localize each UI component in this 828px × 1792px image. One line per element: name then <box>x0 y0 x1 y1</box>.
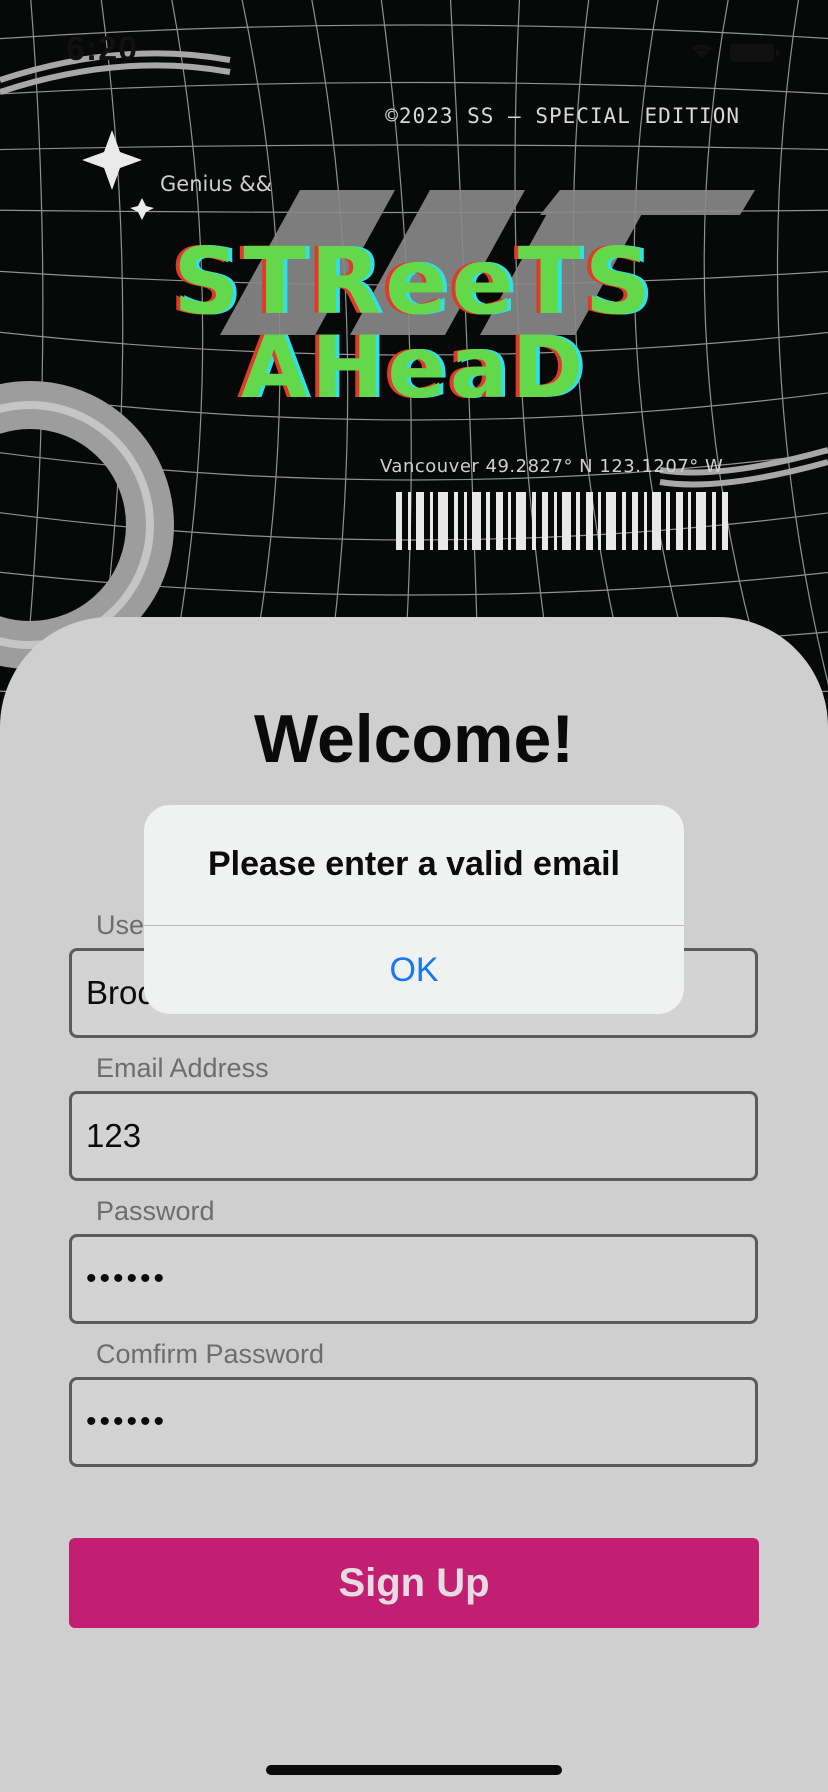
poster-coordinates: Vancouver 49.2827° N 123.1207° W <box>380 456 724 477</box>
confirm-password-label: Comfirm Password <box>96 1339 325 1369</box>
home-indicator <box>266 1765 562 1775</box>
status-icons <box>688 36 788 71</box>
alert-dialog: Please enter a valid email OK <box>144 805 684 1014</box>
confirm-password-value: •••••• <box>86 1405 168 1438</box>
sign-up-button[interactable]: Sign Up <box>69 1538 759 1628</box>
status-time: 6:20 <box>66 30 139 68</box>
username-label: Use <box>96 910 145 940</box>
barcode-graphic <box>396 492 728 550</box>
battery-icon <box>730 44 774 62</box>
alert-ok-button[interactable]: OK <box>144 926 684 1014</box>
poster-image: 6:20 ©2023 SS — SPECIAL EDITION Genius &… <box>0 0 828 720</box>
alert-message: Please enter a valid email <box>207 845 621 883</box>
email-label: Email Address <box>96 1053 269 1083</box>
poster-copyright: ©2023 SS — SPECIAL EDITION <box>385 104 740 128</box>
email-value: 123 <box>86 1117 142 1154</box>
email-field[interactable]: 123 <box>69 1091 758 1181</box>
wifi-icon <box>692 44 712 58</box>
welcome-heading: Welcome! <box>254 701 574 777</box>
chrome-ring-graphic <box>0 381 174 669</box>
confirm-password-field[interactable]: •••••• <box>69 1377 758 1467</box>
password-value: •••••• <box>86 1262 168 1295</box>
poster-title-line2: AHeaD <box>240 318 588 418</box>
password-label: Password <box>96 1196 215 1226</box>
password-field[interactable]: •••••• <box>69 1234 758 1324</box>
poster-brand: Genius && <box>160 172 273 196</box>
